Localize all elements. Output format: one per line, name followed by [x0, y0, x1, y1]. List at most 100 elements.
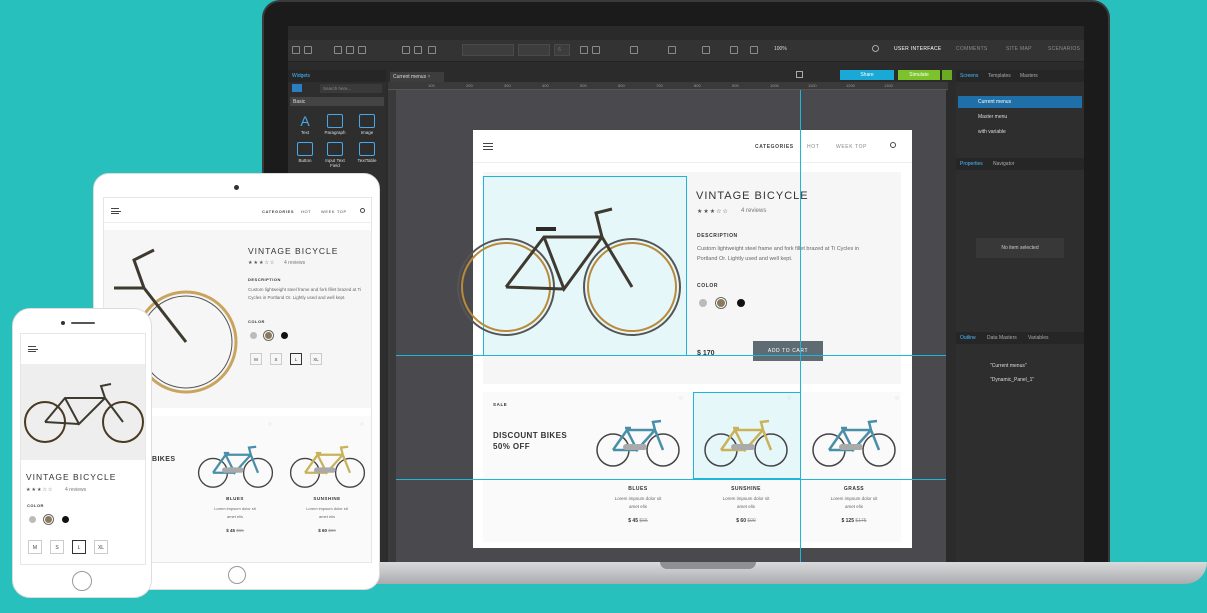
- review-count[interactable]: 4 reviews: [284, 260, 305, 266]
- guide-vertical[interactable]: [800, 90, 801, 562]
- search-icon[interactable]: [890, 142, 896, 148]
- screen-master-menu[interactable]: Master menu: [978, 114, 1007, 120]
- screen-with-variable[interactable]: with variable: [978, 129, 1006, 135]
- copy-icon[interactable]: [346, 46, 354, 54]
- tab-comments[interactable]: COMMENTS: [956, 46, 988, 52]
- size-xl[interactable]: XL: [310, 353, 322, 365]
- share-button[interactable]: Share: [840, 70, 894, 80]
- color-swatch-olive[interactable]: [716, 298, 726, 308]
- widget-search-input[interactable]: Search here...: [320, 84, 382, 93]
- tab-current-menus[interactable]: Current menus ×: [390, 72, 444, 82]
- guide-horizontal[interactable]: [396, 355, 946, 356]
- home-button[interactable]: [228, 566, 246, 584]
- nav-categories[interactable]: CATEGORIES: [262, 209, 294, 214]
- review-count[interactable]: 4 reviews: [741, 208, 766, 214]
- new-file-icon[interactable]: [292, 46, 300, 54]
- heart-icon[interactable]: ♡: [895, 396, 899, 402]
- outline-item-dynamic-panel[interactable]: "Dynamic_Panel_1": [990, 377, 1034, 383]
- product-image-selected[interactable]: [457, 176, 687, 356]
- border-color-icon[interactable]: [702, 46, 710, 54]
- font-family-select[interactable]: [462, 44, 514, 56]
- heart-icon[interactable]: ♡: [787, 396, 791, 402]
- screen-current-menus[interactable]: Current menus: [978, 99, 1011, 105]
- widget-input-text-field[interactable]: Input Text Field: [322, 142, 348, 168]
- heart-icon[interactable]: ♡: [268, 422, 272, 428]
- color-swatch-black[interactable]: [281, 332, 288, 339]
- tab-widgets[interactable]: Widgets: [288, 70, 386, 82]
- widget-text[interactable]: A Text: [292, 114, 318, 135]
- color-swatch-olive[interactable]: [264, 331, 273, 340]
- bold-icon[interactable]: [580, 46, 588, 54]
- size-s[interactable]: S: [50, 540, 64, 554]
- bike-card[interactable]: ♡ SUNSHINE Lorem impsum dolor sit amet eli…: [282, 420, 371, 562]
- tab-navigator[interactable]: Navigator: [993, 161, 1014, 167]
- heart-icon[interactable]: ♡: [360, 422, 364, 428]
- outline-item-current-menus[interactable]: "Current menus": [990, 363, 1027, 369]
- widget-button[interactable]: Button: [292, 142, 318, 163]
- tab-scenarios[interactable]: SCENARIOS: [1048, 46, 1080, 52]
- widget-image[interactable]: Image: [354, 114, 380, 135]
- tab-screens[interactable]: Screens: [960, 73, 978, 79]
- pointer-icon[interactable]: [402, 46, 410, 54]
- color-swatch-black[interactable]: [62, 516, 69, 523]
- cut-icon[interactable]: [334, 46, 342, 54]
- italic-icon[interactable]: [592, 46, 600, 54]
- tab-site-map[interactable]: SITE MAP: [1006, 46, 1032, 52]
- bike-card[interactable]: ♡ BLUES Lorem impsum dolor sit amet elis $ …: [190, 420, 280, 562]
- size-l[interactable]: L: [72, 540, 86, 554]
- size-m[interactable]: M: [250, 353, 262, 365]
- design-page[interactable]: CATEGORIES HOT WEEK TOP VINTAGE BICYCLE …: [457, 130, 912, 548]
- hamburger-icon[interactable]: [28, 346, 38, 352]
- tab-properties[interactable]: Properties: [960, 161, 983, 167]
- search-icon[interactable]: [872, 45, 879, 52]
- zoom-level[interactable]: 100%: [774, 46, 787, 52]
- nav-week-top[interactable]: WEEK TOP: [836, 144, 867, 150]
- widget-text-table[interactable]: TextTable: [354, 142, 380, 163]
- tab-user-interface[interactable]: USER INTERFACE: [894, 46, 942, 52]
- font-weight-select[interactable]: [518, 44, 550, 56]
- category-select[interactable]: Basic: [290, 97, 384, 106]
- paste-icon[interactable]: [358, 46, 366, 54]
- simulate-settings-icon[interactable]: [942, 70, 952, 80]
- bike-card[interactable]: ♡ SUNSHINE Lorem impsum dolor sit amet eli…: [693, 394, 799, 540]
- align-icon[interactable]: [730, 46, 738, 54]
- tab-data-masters[interactable]: Data Masters: [987, 335, 1017, 341]
- color-swatch-grey[interactable]: [29, 516, 36, 523]
- review-count[interactable]: 4 reviews: [65, 487, 86, 493]
- guide-horizontal[interactable]: [396, 479, 946, 480]
- widget-library-icon[interactable]: [292, 84, 302, 92]
- search-icon[interactable]: [360, 208, 365, 213]
- color-swatch-grey[interactable]: [250, 332, 257, 339]
- eraser-icon[interactable]: [428, 46, 436, 54]
- bike-card[interactable]: ♡ GRASS Lorem impsum dolor sit amet elis $ …: [801, 394, 907, 540]
- distribute-icon[interactable]: [750, 46, 758, 54]
- size-xl[interactable]: XL: [94, 540, 108, 554]
- tab-templates[interactable]: Templates: [988, 73, 1011, 79]
- home-icon[interactable]: [796, 71, 803, 78]
- nav-week-top[interactable]: WEEK TOP: [321, 209, 347, 214]
- heart-icon[interactable]: ♡: [679, 396, 683, 402]
- open-folder-icon[interactable]: [304, 46, 312, 54]
- size-l[interactable]: L: [290, 353, 302, 365]
- nav-hot[interactable]: HOT: [807, 144, 819, 150]
- nav-categories[interactable]: CATEGORIES: [755, 144, 794, 150]
- tab-outline[interactable]: Outline: [960, 335, 976, 341]
- crop-icon[interactable]: [414, 46, 422, 54]
- color-swatch-grey[interactable]: [699, 299, 707, 307]
- size-m[interactable]: M: [28, 540, 42, 554]
- home-button[interactable]: [72, 571, 92, 591]
- color-swatch-olive[interactable]: [44, 515, 53, 524]
- widget-paragraph[interactable]: Paragraph: [322, 114, 348, 135]
- font-size-select[interactable]: 6: [554, 44, 570, 56]
- tab-masters[interactable]: Masters: [1020, 73, 1038, 79]
- text-color-icon[interactable]: [630, 46, 638, 54]
- fill-color-icon[interactable]: [668, 46, 676, 54]
- hamburger-icon[interactable]: [483, 143, 493, 150]
- nav-hot[interactable]: HOT: [301, 209, 311, 214]
- size-s[interactable]: S: [270, 353, 282, 365]
- simulate-button[interactable]: Simulate: [898, 70, 940, 80]
- hamburger-icon[interactable]: [111, 208, 121, 214]
- bike-card[interactable]: ♡ BLUES Lorem impsum dolor sit amet elis $ …: [585, 394, 691, 540]
- screen-item-current[interactable]: [958, 96, 1082, 108]
- tab-variables[interactable]: Variables: [1028, 335, 1048, 341]
